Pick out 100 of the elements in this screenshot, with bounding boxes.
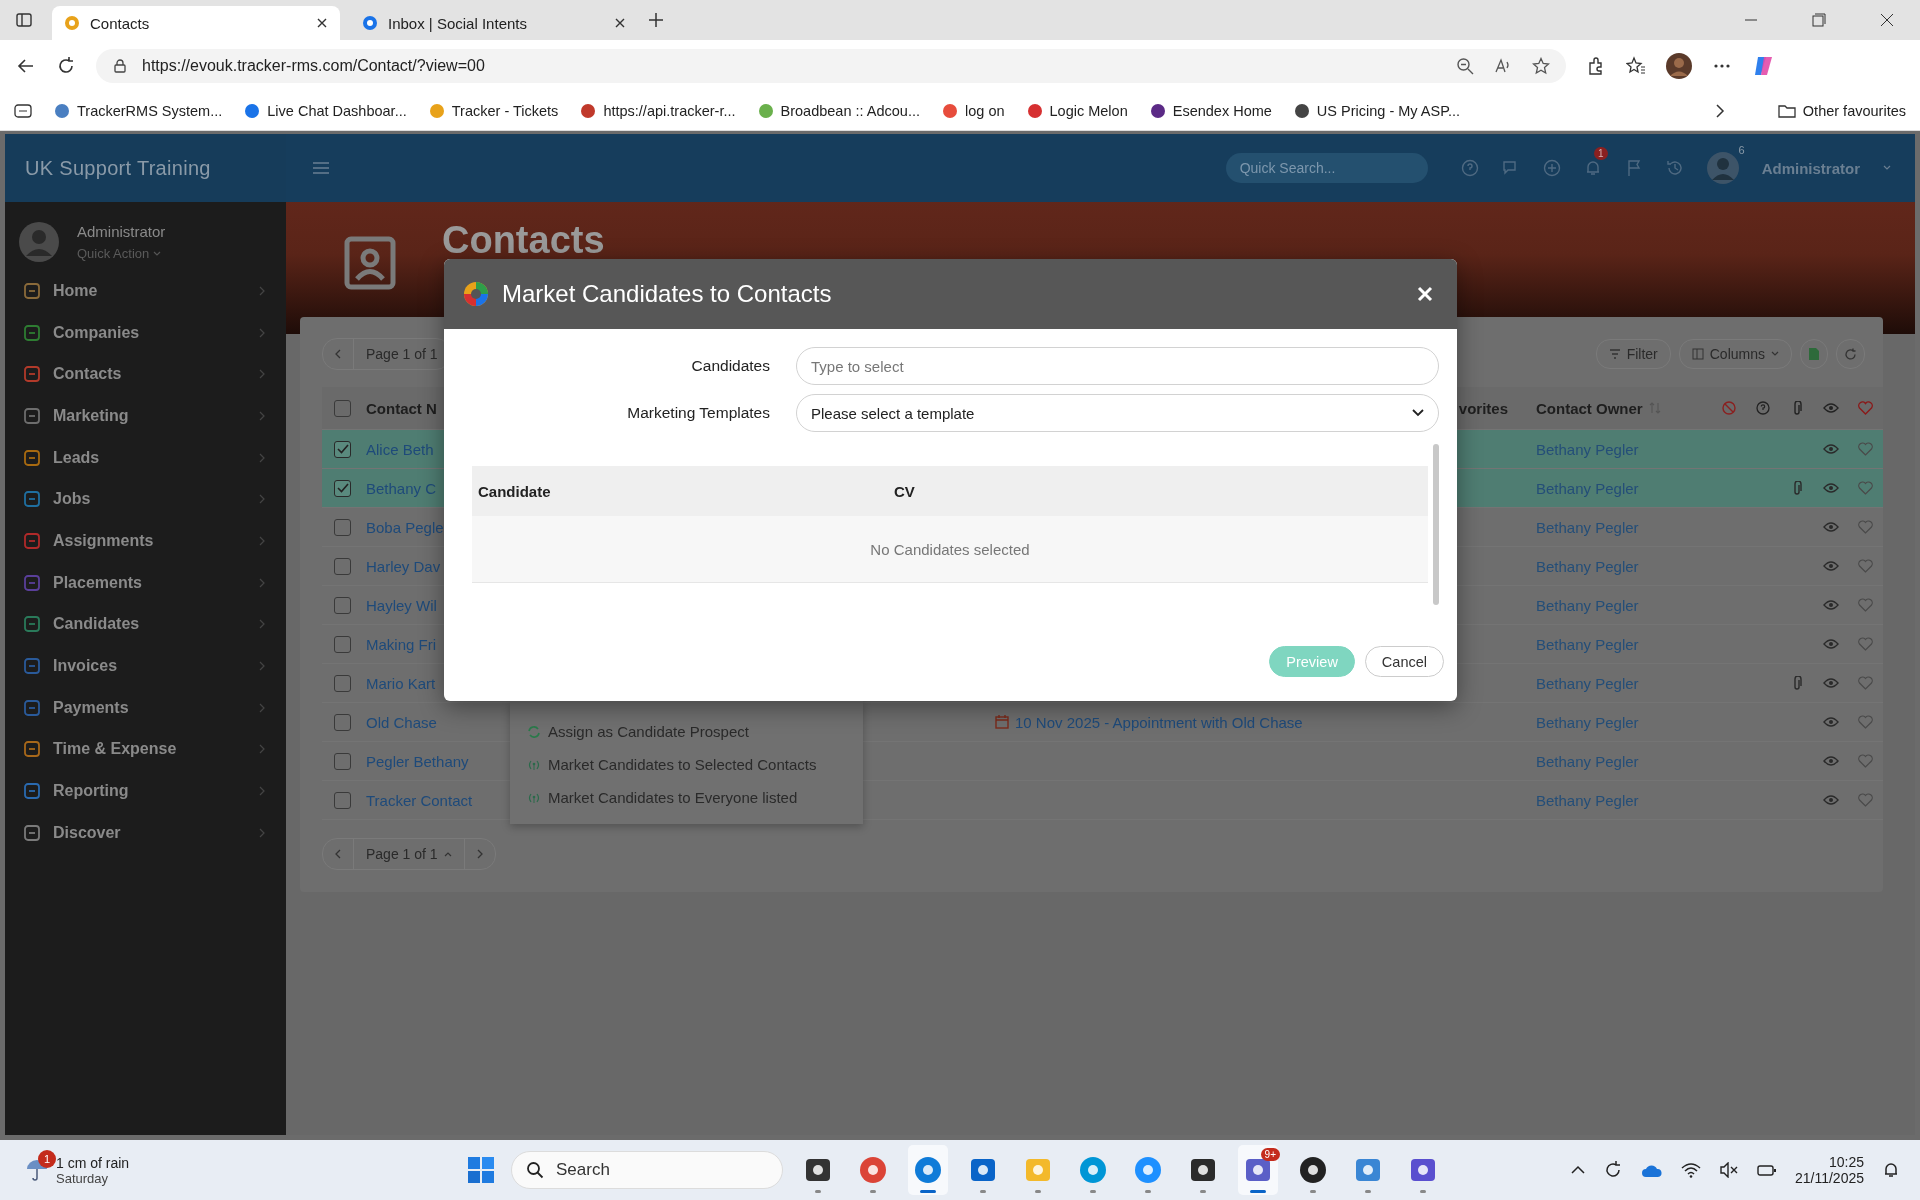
menu-icon[interactable] (312, 161, 330, 175)
close-icon[interactable] (1417, 286, 1433, 302)
eye-icon[interactable] (1823, 521, 1839, 533)
eye-icon[interactable] (1823, 755, 1839, 767)
muted-speaker-icon[interactable] (1718, 1162, 1739, 1178)
filter-button[interactable]: Filter (1595, 339, 1671, 369)
sidebar-item[interactable]: Leads (5, 436, 286, 479)
eye-icon[interactable] (1823, 677, 1839, 689)
heart-icon[interactable] (1857, 676, 1873, 690)
bookmark[interactable]: https://api.tracker-r... (580, 103, 736, 119)
new-tab-icon[interactable] (648, 12, 664, 28)
chevron-up-icon[interactable] (1570, 1165, 1585, 1175)
row-checkbox[interactable] (334, 518, 351, 536)
sidebar-item[interactable]: Assignments (5, 520, 286, 562)
bookmark[interactable]: TrackerRMS System... (54, 103, 223, 119)
row-checkbox[interactable] (334, 557, 351, 575)
heart-icon[interactable] (1857, 559, 1873, 573)
eye-icon[interactable] (1823, 443, 1839, 455)
columns-button[interactable]: Columns (1678, 339, 1792, 369)
sidebar-item[interactable]: Jobs (5, 478, 286, 521)
bookmark[interactable]: log on (942, 103, 1005, 119)
taskbar-app[interactable]: 9+ (1238, 1145, 1278, 1195)
sidebar-item[interactable]: Time & Expense (5, 728, 286, 771)
bookmark[interactable]: Broadbean :: Adcou... (757, 103, 920, 119)
heart-icon[interactable] (1857, 793, 1873, 807)
restore-icon[interactable] (1812, 13, 1826, 27)
eye-icon[interactable] (1823, 716, 1839, 728)
close-tab-icon[interactable] (614, 17, 626, 29)
sidebar-item[interactable]: Contacts (5, 353, 286, 396)
sidebar-item[interactable]: Payments (5, 686, 286, 729)
close-window-icon[interactable] (1880, 13, 1894, 27)
heart-icon[interactable] (1857, 442, 1873, 456)
row-checkbox[interactable] (334, 635, 351, 653)
heart-icon[interactable] (1857, 520, 1873, 534)
menu-item[interactable]: Assign as Candidate Prospect (510, 715, 863, 748)
sidebar-item[interactable]: Reporting (5, 770, 286, 812)
row-checkbox[interactable] (334, 674, 351, 692)
row-checkbox[interactable] (334, 596, 351, 614)
zoom-out-icon[interactable] (1456, 57, 1474, 75)
cancel-button[interactable]: Cancel (1364, 646, 1444, 677)
chevron-right-icon[interactable] (1713, 104, 1726, 118)
sidebar-toggle-icon[interactable] (16, 12, 32, 28)
sidebar-item[interactable]: Candidates (5, 603, 286, 646)
bookmark[interactable]: Esendex Home (1149, 103, 1272, 119)
browser-tab[interactable]: Inbox | Social Intents (350, 6, 638, 40)
add-icon[interactable] (1542, 159, 1561, 177)
battery-icon[interactable] (1756, 1162, 1777, 1178)
reading-list-icon[interactable] (14, 104, 32, 118)
site-info-icon[interactable] (112, 58, 128, 74)
address-bar[interactable]: https://evouk.tracker-rms.com/Contact/?view=00 (96, 49, 1566, 83)
clock[interactable]: 10:25 21/11/2025 (1794, 1154, 1864, 1186)
sidebar-item[interactable]: Invoices (5, 645, 286, 687)
bookmark[interactable]: Logic Melon (1026, 103, 1128, 119)
heart-icon[interactable] (1857, 637, 1873, 651)
heart-icon[interactable] (1857, 598, 1873, 612)
eye-icon[interactable] (1823, 482, 1839, 494)
read-aloud-icon[interactable] (1494, 57, 1512, 75)
help-icon[interactable] (1460, 159, 1479, 177)
row-checkbox[interactable] (334, 440, 351, 458)
user-avatar-icon[interactable] (1706, 152, 1739, 184)
cloud-icon[interactable] (1640, 1162, 1663, 1178)
start-icon[interactable] (466, 1155, 496, 1185)
scrollbar[interactable] (1433, 444, 1439, 605)
sidebar-item[interactable]: Companies (5, 311, 286, 354)
avatar-icon[interactable] (1666, 53, 1692, 79)
page-selector[interactable]: Page 1 of 1 (353, 839, 464, 869)
heart-icon[interactable] (1857, 715, 1873, 729)
heart-icon[interactable] (1857, 481, 1873, 495)
row-checkbox[interactable] (334, 791, 351, 809)
eye-icon[interactable] (1823, 599, 1839, 611)
eye-icon[interactable] (1823, 560, 1839, 572)
sidebar-item[interactable]: Marketing (5, 395, 286, 437)
close-tab-icon[interactable] (316, 17, 328, 29)
heart-icon[interactable] (1857, 754, 1873, 768)
user-menu[interactable]: Administrator (1761, 159, 1860, 177)
row-checkbox[interactable] (334, 713, 351, 731)
bookmark[interactable]: US Pricing - My ASP... (1293, 103, 1461, 119)
bookmark[interactable]: Tracker - Tickets (428, 103, 559, 119)
sidebar-item[interactable]: Placements (5, 561, 286, 604)
row-checkbox[interactable] (334, 479, 351, 497)
other-favourites[interactable]: Other favourites (1777, 103, 1906, 119)
sidebar-item[interactable]: Discover (5, 811, 286, 854)
column-header[interactable]: Contact Owner (1536, 387, 1712, 429)
select-all-checkbox[interactable] (334, 399, 351, 417)
favorites-icon[interactable] (1626, 56, 1646, 76)
favorite-star-icon[interactable] (1532, 57, 1550, 75)
weather-text[interactable]: 1 cm of rain (56, 1154, 130, 1171)
quick-action-menu[interactable]: Quick Action (77, 246, 150, 261)
quick-search-field[interactable]: Quick Search... (1225, 153, 1428, 183)
browser-tab[interactable]: Contacts (52, 6, 340, 40)
menu-item[interactable]: Market Candidates to Selected Contacts (510, 748, 863, 781)
row-checkbox[interactable] (334, 752, 351, 770)
menu-item[interactable]: Market Candidates to Everyone listed (510, 781, 863, 814)
eye-icon[interactable] (1823, 638, 1839, 650)
refresh-icon[interactable] (56, 56, 76, 76)
wifi-icon[interactable] (1680, 1162, 1701, 1178)
sidebar-item[interactable]: Home (5, 270, 286, 312)
notifications-icon[interactable] (1882, 1161, 1900, 1179)
bookmark[interactable]: Live Chat Dashboar... (244, 103, 407, 119)
eye-icon[interactable] (1823, 794, 1839, 806)
